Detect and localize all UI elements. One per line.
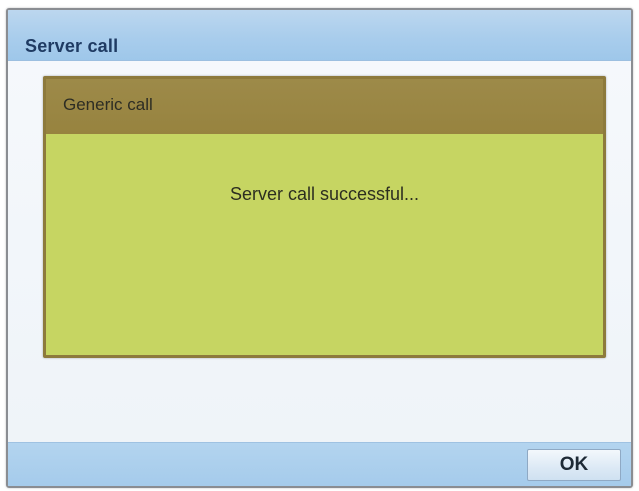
dialog-footer: OK [8,442,631,486]
panel-header: Generic call [46,79,603,134]
generic-call-panel: Generic call Server call successful... [43,76,606,358]
dialog-title: Server call [25,36,119,56]
server-call-dialog: Server call Generic call Server call suc… [6,8,633,488]
status-message: Server call successful... [229,184,420,204]
dialog-titlebar[interactable]: Server call [8,10,631,61]
ok-button[interactable]: OK [527,449,621,481]
panel-title: Generic call [63,95,153,114]
panel-body: Server call successful... [46,134,603,355]
